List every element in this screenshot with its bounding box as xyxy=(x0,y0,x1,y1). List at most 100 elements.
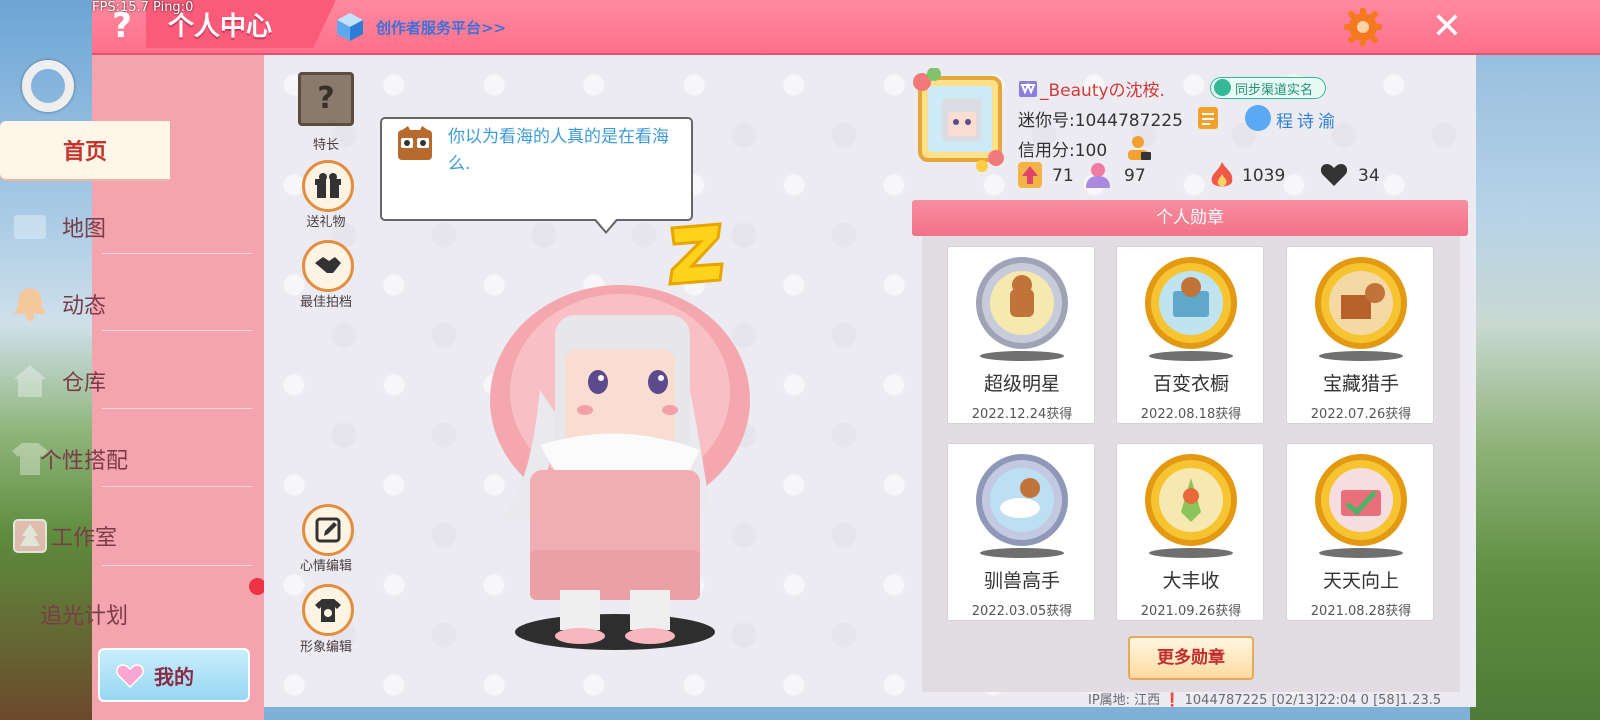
credit-score: 信用分:100 xyxy=(1018,141,1108,161)
stat-heat: 1039 xyxy=(1242,166,1286,186)
harvest-medal-icon xyxy=(1145,454,1237,546)
outfit-glyph xyxy=(315,599,341,622)
badge-date: 2022.12.24获得 xyxy=(971,407,1073,422)
badge-card[interactable]: 大丰收 2021.09.26获得 xyxy=(1116,443,1264,621)
handshake-icon[interactable] xyxy=(302,240,354,292)
vip-icon xyxy=(1019,81,1037,97)
edit-mood-icon[interactable] xyxy=(302,504,354,556)
badge-name: 驯兽高手 xyxy=(983,570,1060,592)
footer-info: IP属地: 江西 ❗ 1044787225 [02/13]22:04 0 [58… xyxy=(1088,693,1442,708)
badge-card[interactable]: 天天向上 2021.08.28获得 xyxy=(1286,443,1434,621)
mood-avatar-icon xyxy=(398,126,432,160)
map-icon xyxy=(14,215,46,239)
bell-icon xyxy=(14,288,46,321)
sidebar-item-label: 动态 xyxy=(61,294,106,319)
credit-person-icon[interactable] xyxy=(1126,134,1152,162)
avatar-edit-icon[interactable] xyxy=(302,584,354,636)
badge-card[interactable]: 驯兽高手 2022.03.05获得 xyxy=(947,443,1095,621)
badge-date: 2022.07.26获得 xyxy=(1310,407,1412,422)
mood-text: 你以为看海的人真的是在看海么. xyxy=(448,127,669,174)
fans-icon xyxy=(1086,163,1110,188)
talent-question-icon[interactable]: ? xyxy=(298,72,354,126)
copy-icon[interactable] xyxy=(1196,105,1220,131)
gift-glyph xyxy=(315,173,341,198)
record-button[interactable] xyxy=(22,60,74,112)
treasure-hunter-medal-icon xyxy=(1315,257,1407,349)
badge-name: 天天向上 xyxy=(1322,570,1399,592)
sync-badge-label: 同步渠道实名 xyxy=(1235,82,1314,98)
sidebar-divider xyxy=(102,565,252,566)
badge-date: 2022.03.05获得 xyxy=(971,604,1073,619)
cube-icon xyxy=(337,13,363,41)
game-world-background-right xyxy=(1470,0,1600,720)
sidebar-item-storage[interactable]: 仓库 xyxy=(0,352,168,410)
friend-star-icon xyxy=(1245,105,1271,131)
badge-shadow xyxy=(1149,351,1233,361)
sidebar-item-outfit[interactable]: 个性搭配 xyxy=(0,430,168,488)
more-badges-button[interactable]: 更多勋章 xyxy=(1128,636,1254,680)
sidebar-item-feed[interactable]: 动态 xyxy=(0,275,168,333)
wardrobe-medal-icon xyxy=(1145,257,1237,349)
level-up-icon xyxy=(1018,162,1042,188)
badge-shadow xyxy=(1319,351,1403,361)
avatar-edit-label: 形象编辑 xyxy=(299,640,352,655)
fps-readout: FPS:15.7 Ping:0 xyxy=(92,0,194,15)
badge-card[interactable]: 超级明星 2022.12.24获得 xyxy=(947,246,1095,424)
gear-icon[interactable] xyxy=(1342,6,1384,48)
stat-likes: 34 xyxy=(1358,166,1380,186)
bubble-tail-fill xyxy=(595,218,617,231)
shirt-icon xyxy=(12,443,48,475)
badge-card[interactable]: 宝藏猎手 2022.07.26获得 xyxy=(1286,246,1434,424)
sidebar-item-label: 追光计划 xyxy=(39,604,128,629)
gift-label: 送礼物 xyxy=(306,215,346,230)
gift-icon[interactable] xyxy=(302,160,354,212)
pencil-glyph xyxy=(315,517,341,543)
close-icon[interactable]: ✕ xyxy=(1428,8,1466,46)
badge-name: 大丰收 xyxy=(1162,570,1220,592)
superstar-medal-icon xyxy=(976,257,1068,349)
creator-platform-link[interactable]: 创作者服务平台>> xyxy=(376,17,506,38)
talent-label: 特长 xyxy=(312,138,339,153)
badge-name: 宝藏猎手 xyxy=(1322,373,1399,395)
badge-card[interactable]: 百变衣橱 2022.08.18获得 xyxy=(1116,246,1264,424)
daily-progress-medal-icon xyxy=(1315,454,1407,546)
sidebar-item-label: 首页 xyxy=(62,140,107,165)
user-sync-icon xyxy=(1214,79,1231,96)
sidebar-item-label: 地图 xyxy=(61,217,106,242)
username: _Beautyの沈桉. xyxy=(1040,81,1165,101)
profile-avatar-frame[interactable] xyxy=(912,68,1008,172)
badge-date: 2021.08.28获得 xyxy=(1310,604,1412,619)
beast-tamer-medal-icon xyxy=(976,454,1068,546)
sidebar-item-light-chase[interactable]: 追光计划 xyxy=(0,585,168,643)
mine-button[interactable]: 我的 xyxy=(98,648,250,702)
fire-icon xyxy=(1211,162,1233,187)
badge-shadow xyxy=(1319,548,1403,558)
badge-name: 百变衣橱 xyxy=(1152,373,1229,395)
sidebar-item-label: 个性搭配 xyxy=(39,449,128,474)
badge-shadow xyxy=(1149,548,1233,558)
sync-realname-badge[interactable]: 同步渠道实名 xyxy=(1210,77,1326,99)
badge-shadow xyxy=(980,351,1064,361)
house-icon xyxy=(14,365,46,397)
player-avatar[interactable] xyxy=(470,270,770,660)
badges-header: 个人勋章 xyxy=(912,200,1468,236)
friend-name[interactable]: 程诗渝 xyxy=(1276,107,1339,132)
likes-heart-icon xyxy=(1320,164,1348,186)
mood-edit-label: 心情编辑 xyxy=(299,559,352,574)
mini-id: 迷你号:1044787225 xyxy=(1018,111,1183,131)
best-partner-label: 最佳拍档 xyxy=(299,295,352,310)
stat-level: 71 xyxy=(1052,166,1074,186)
handshake-glyph xyxy=(315,257,341,273)
sidebar-item-map[interactable]: 地图 xyxy=(0,198,168,256)
mine-label: 我的 xyxy=(154,664,194,689)
badge-date: 2022.08.18获得 xyxy=(1140,407,1242,422)
studio-icon xyxy=(13,519,47,553)
sidebar-item-home[interactable]: 首页 xyxy=(0,121,170,179)
sidebar-item-label: 仓库 xyxy=(61,371,106,396)
badge-name: 超级明星 xyxy=(983,373,1060,395)
badge-date: 2021.09.26获得 xyxy=(1140,604,1242,619)
sidebar-item-studio[interactable]: 工作室 xyxy=(0,507,168,565)
heart-icon xyxy=(116,664,144,688)
sidebar-item-label: 工作室 xyxy=(50,526,117,551)
badge-shadow xyxy=(980,548,1064,558)
